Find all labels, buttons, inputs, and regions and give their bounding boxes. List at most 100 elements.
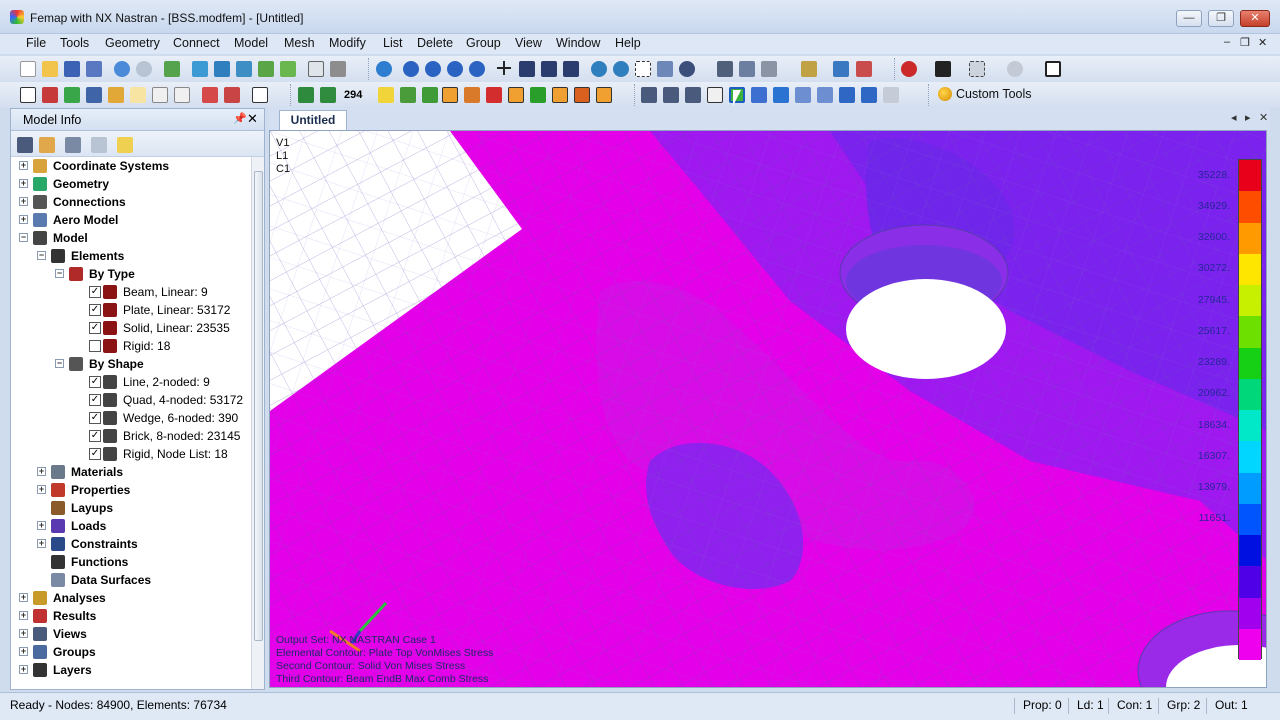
table-icon[interactable]: [130, 87, 146, 103]
redo-icon[interactable]: [136, 61, 152, 77]
window-icon[interactable]: [1045, 61, 1061, 77]
copy-icon[interactable]: [192, 61, 208, 77]
tree-expander-icon[interactable]: +: [19, 161, 28, 170]
tree-item-views[interactable]: + Views: [11, 625, 251, 643]
tree-item-data-surfaces[interactable]: Data Surfaces: [11, 571, 251, 589]
brace2-icon[interactable]: [795, 87, 811, 103]
rotate-x-icon[interactable]: [519, 61, 535, 77]
rotate-icon[interactable]: [464, 87, 480, 103]
node-icon[interactable]: [378, 87, 394, 103]
tree-item-groups[interactable]: + Groups: [11, 643, 251, 661]
menu-mesh[interactable]: Mesh: [281, 36, 318, 50]
tree-expander-icon[interactable]: +: [19, 611, 28, 620]
menu-delete[interactable]: Delete: [414, 36, 456, 50]
view-options-icon[interactable]: [833, 61, 849, 77]
rotate-z-icon[interactable]: [563, 61, 579, 77]
menu-model[interactable]: Model: [231, 36, 271, 50]
tree-item-layers[interactable]: + Layers: [11, 661, 251, 679]
tree-expander-icon[interactable]: −: [55, 359, 64, 368]
align-right-icon[interactable]: [685, 87, 701, 103]
tab-untitled[interactable]: Untitled: [279, 110, 347, 130]
tree-item-by-shape[interactable]: − By Shape: [11, 355, 251, 373]
tree-item-materials[interactable]: + Materials: [11, 463, 251, 481]
edit-icon[interactable]: [252, 87, 268, 103]
rotate-y-icon[interactable]: [541, 61, 557, 77]
tree-item-wedge-6-noded-390[interactable]: ✓ Wedge, 6-noded: 390: [11, 409, 251, 427]
zoom-out-icon[interactable]: [613, 61, 629, 77]
close-button[interactable]: ✕: [1240, 10, 1270, 27]
material-icon[interactable]: [108, 87, 124, 103]
tree-item-geometry[interactable]: + Geometry: [11, 175, 251, 193]
entity2-icon[interactable]: [224, 87, 240, 103]
tree-item-layups[interactable]: Layups: [11, 499, 251, 517]
arrow-down-icon[interactable]: [469, 61, 485, 77]
tree-expander-icon[interactable]: +: [37, 539, 46, 548]
tree-filter-icon[interactable]: [65, 137, 81, 153]
tree-item-results[interactable]: + Results: [11, 607, 251, 625]
group2-icon[interactable]: [320, 87, 336, 103]
view-cube-icon[interactable]: [761, 61, 777, 77]
view-rotate-icon[interactable]: [376, 61, 392, 77]
panel-close-icon[interactable]: ✕: [247, 111, 258, 127]
tree-checkbox[interactable]: ✓: [89, 412, 101, 424]
gear2-icon[interactable]: [861, 87, 877, 103]
menu-modify[interactable]: Modify: [326, 36, 369, 50]
tree-expander-icon[interactable]: −: [55, 269, 64, 278]
tree-expander-icon[interactable]: +: [37, 521, 46, 530]
gear-icon[interactable]: [839, 87, 855, 103]
tree-checkbox[interactable]: ✓: [89, 322, 101, 334]
minimize-button[interactable]: —: [1176, 10, 1202, 27]
tree-scrollbar-thumb[interactable]: [254, 171, 263, 641]
paste-icon[interactable]: [214, 61, 230, 77]
pick-icon[interactable]: [935, 61, 951, 77]
new-icon[interactable]: [20, 61, 36, 77]
layout-grid-icon[interactable]: [751, 87, 767, 103]
menu-tools[interactable]: Tools: [57, 36, 92, 50]
tab-next-icon[interactable]: ▸: [1245, 111, 1251, 124]
picture-icon[interactable]: [258, 61, 274, 77]
tile-icon[interactable]: [707, 87, 723, 103]
mdi-close-button[interactable]: ✕: [1258, 36, 1267, 49]
tree-item-functions[interactable]: Functions: [11, 553, 251, 571]
fem-contour-plot[interactable]: [270, 131, 1267, 688]
tree-expander-icon[interactable]: −: [37, 251, 46, 260]
check-icon[interactable]: [422, 87, 438, 103]
list-icon[interactable]: [20, 87, 36, 103]
tree-item-elements[interactable]: − Elements: [11, 247, 251, 265]
tree-expander-icon[interactable]: +: [19, 179, 28, 188]
tree-expander-icon[interactable]: +: [19, 665, 28, 674]
tree-item-properties[interactable]: + Properties: [11, 481, 251, 499]
copy-picture-icon[interactable]: [236, 61, 252, 77]
text-icon[interactable]: [442, 87, 458, 103]
menu-geometry[interactable]: Geometry: [102, 36, 163, 50]
tree-highlight-icon[interactable]: [117, 137, 133, 153]
document-icon[interactable]: [883, 87, 899, 103]
graphics-viewport[interactable]: V1 L1 C1 Output Set: NX NASTRAN Case 1 E…: [269, 130, 1267, 688]
align-icon[interactable]: [717, 61, 733, 77]
align-center-icon[interactable]: [663, 87, 679, 103]
pan-icon[interactable]: [679, 61, 695, 77]
mdi-minimize-button[interactable]: –: [1224, 36, 1230, 48]
mesh-surface-icon[interactable]: [64, 87, 80, 103]
open-icon[interactable]: [42, 61, 58, 77]
tree-item-rigid-node-list-18[interactable]: ✓ Rigid, Node List: 18: [11, 445, 251, 463]
tree-expander-icon[interactable]: +: [19, 197, 28, 206]
tree-checkbox[interactable]: ✓: [89, 286, 101, 298]
brush-icon[interactable]: [574, 87, 590, 103]
curve-icon[interactable]: [400, 87, 416, 103]
color-icon[interactable]: [486, 87, 502, 103]
arrow-left-icon[interactable]: [403, 61, 419, 77]
view-select-icon[interactable]: [856, 61, 872, 77]
tree-item-coordinate-systems[interactable]: + Coordinate Systems: [11, 157, 251, 175]
tree-item-by-type[interactable]: − By Type: [11, 265, 251, 283]
menu-connect[interactable]: Connect: [170, 36, 223, 50]
menu-help[interactable]: Help: [612, 36, 644, 50]
group-icon[interactable]: [298, 87, 314, 103]
tree-item-line-2-noded-9[interactable]: ✓ Line, 2-noded: 9: [11, 373, 251, 391]
arrow-icon[interactable]: [530, 87, 546, 103]
tree-expander-icon[interactable]: +: [37, 467, 46, 476]
tree-item-quad-4-noded-53172[interactable]: ✓ Quad, 4-noded: 53172: [11, 391, 251, 409]
menu-group[interactable]: Group: [463, 36, 504, 50]
tree-nav-icon[interactable]: [91, 137, 107, 153]
tree-checkbox[interactable]: [89, 340, 101, 352]
